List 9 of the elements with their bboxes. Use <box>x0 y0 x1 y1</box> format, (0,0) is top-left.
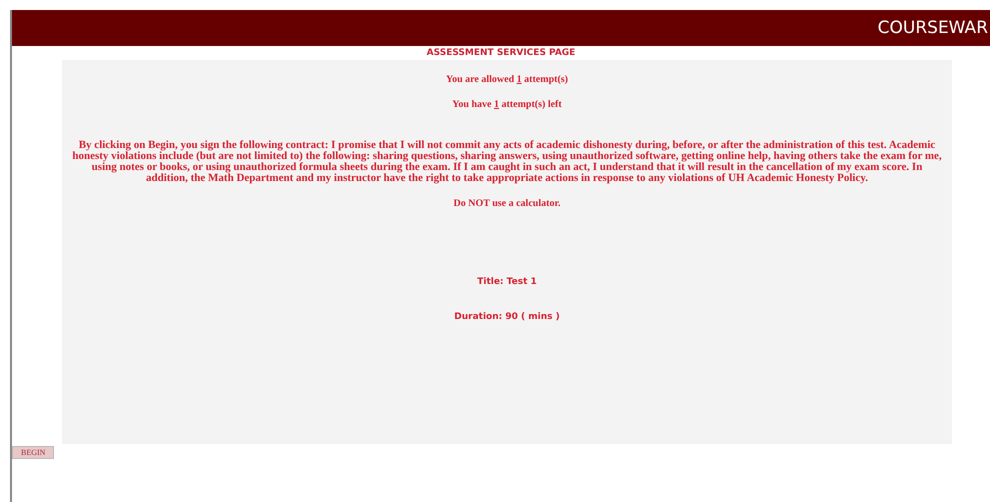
duration-text: Duration: 90 ( mins ) <box>453 312 561 322</box>
calculator-note: Do NOT use a calculator. <box>452 198 562 209</box>
attempts-left-text: You have 1 attempt(s) left <box>451 99 563 110</box>
brand-title: COURSEWAR <box>878 18 988 38</box>
begin-button[interactable]: BEGIN <box>12 446 54 459</box>
attempts-allowed-text: You are allowed 1 attempt(s) <box>444 74 570 85</box>
contract-text: By clicking on Begin, you sign the following contract: I promise that I will not commit any acts of academic dishonesty during, before, or after the administration of this test. Academic honesty violations include (but are not limited to) the following: sharing questions, sharing answers, using unauthorized software, getting online help, having others take the exam for me, using notes or books, or using unauthorized formula sheets during the exam. If I am caught in such an act, I understand that it will result in the cancellation of my exam score. In addition, the Math Department and my instructor have the right to take appropriate actions in response to any violations of UH Academic Honesty Policy. <box>71 140 943 184</box>
test-title: Title: Test 1 <box>476 277 538 287</box>
page-title: ASSESSMENT SERVICES PAGE <box>426 47 576 60</box>
